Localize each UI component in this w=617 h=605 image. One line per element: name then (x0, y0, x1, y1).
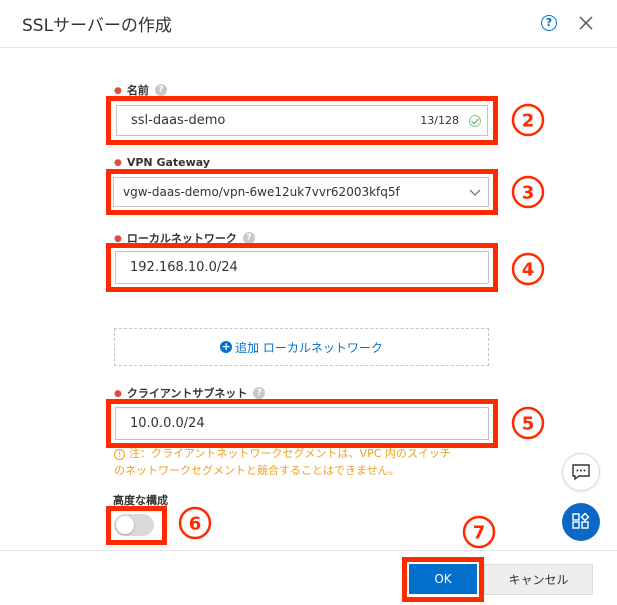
highlight-box-2 (106, 96, 498, 145)
svg-text:6: 6 (189, 514, 202, 535)
required-dot: ● (114, 389, 122, 399)
add-local-network-button[interactable]: + 追加 ローカルネットワーク (114, 328, 489, 366)
dialog-header: SSLサーバーの作成 ? (0, 0, 617, 48)
highlight-box-7 (402, 557, 484, 602)
cancel-button[interactable]: キャンセル (484, 564, 593, 595)
plus-circle-icon: + (220, 340, 233, 353)
warning-line-2: のネットワークセグメントと競合することはできません。 (114, 464, 400, 477)
annotation-number-3: 3 (511, 175, 545, 209)
chat-icon[interactable] (562, 453, 600, 491)
highlight-box-6 (106, 506, 167, 545)
grid-apps-icon (572, 512, 590, 529)
close-icon[interactable] (577, 14, 595, 32)
client-subnet-warning: ! 注：クライアントネットワークセグメントは、VPC 内のスイッチ のネットワーク… (114, 445, 504, 479)
apps-icon[interactable] (562, 503, 600, 541)
highlight-box-5 (106, 399, 498, 448)
chat-bubble-icon (572, 464, 590, 481)
svg-text:5: 5 (522, 414, 535, 435)
add-local-network-label: 追加 ローカルネットワーク (235, 340, 383, 355)
warning-icon: ! (114, 449, 125, 460)
required-dot: ● (114, 86, 122, 96)
highlight-box-4 (106, 243, 498, 292)
annotation-number-2: 2 (511, 103, 545, 137)
annotation-number-6: 6 (178, 506, 212, 540)
vpn-gateway-label: ● VPN Gateway (114, 156, 211, 169)
svg-text:4: 4 (522, 260, 535, 281)
highlight-box-3 (106, 169, 498, 215)
annotation-number-5: 5 (511, 406, 545, 440)
help-icon[interactable]: ? (541, 15, 557, 31)
required-dot: ● (114, 158, 122, 168)
question-icon[interactable]: ? (253, 387, 266, 399)
svg-text:7: 7 (473, 523, 486, 544)
dialog-title: SSLサーバーの作成 (22, 16, 172, 36)
annotation-number-7: 7 (462, 515, 496, 549)
svg-text:2: 2 (522, 111, 535, 132)
question-icon[interactable]: ? (154, 84, 167, 96)
svg-text:3: 3 (522, 183, 535, 204)
annotation-number-4: 4 (511, 252, 545, 286)
warning-line-1: 注：クライアントネットワークセグメントは、VPC 内のスイッチ (129, 447, 451, 460)
